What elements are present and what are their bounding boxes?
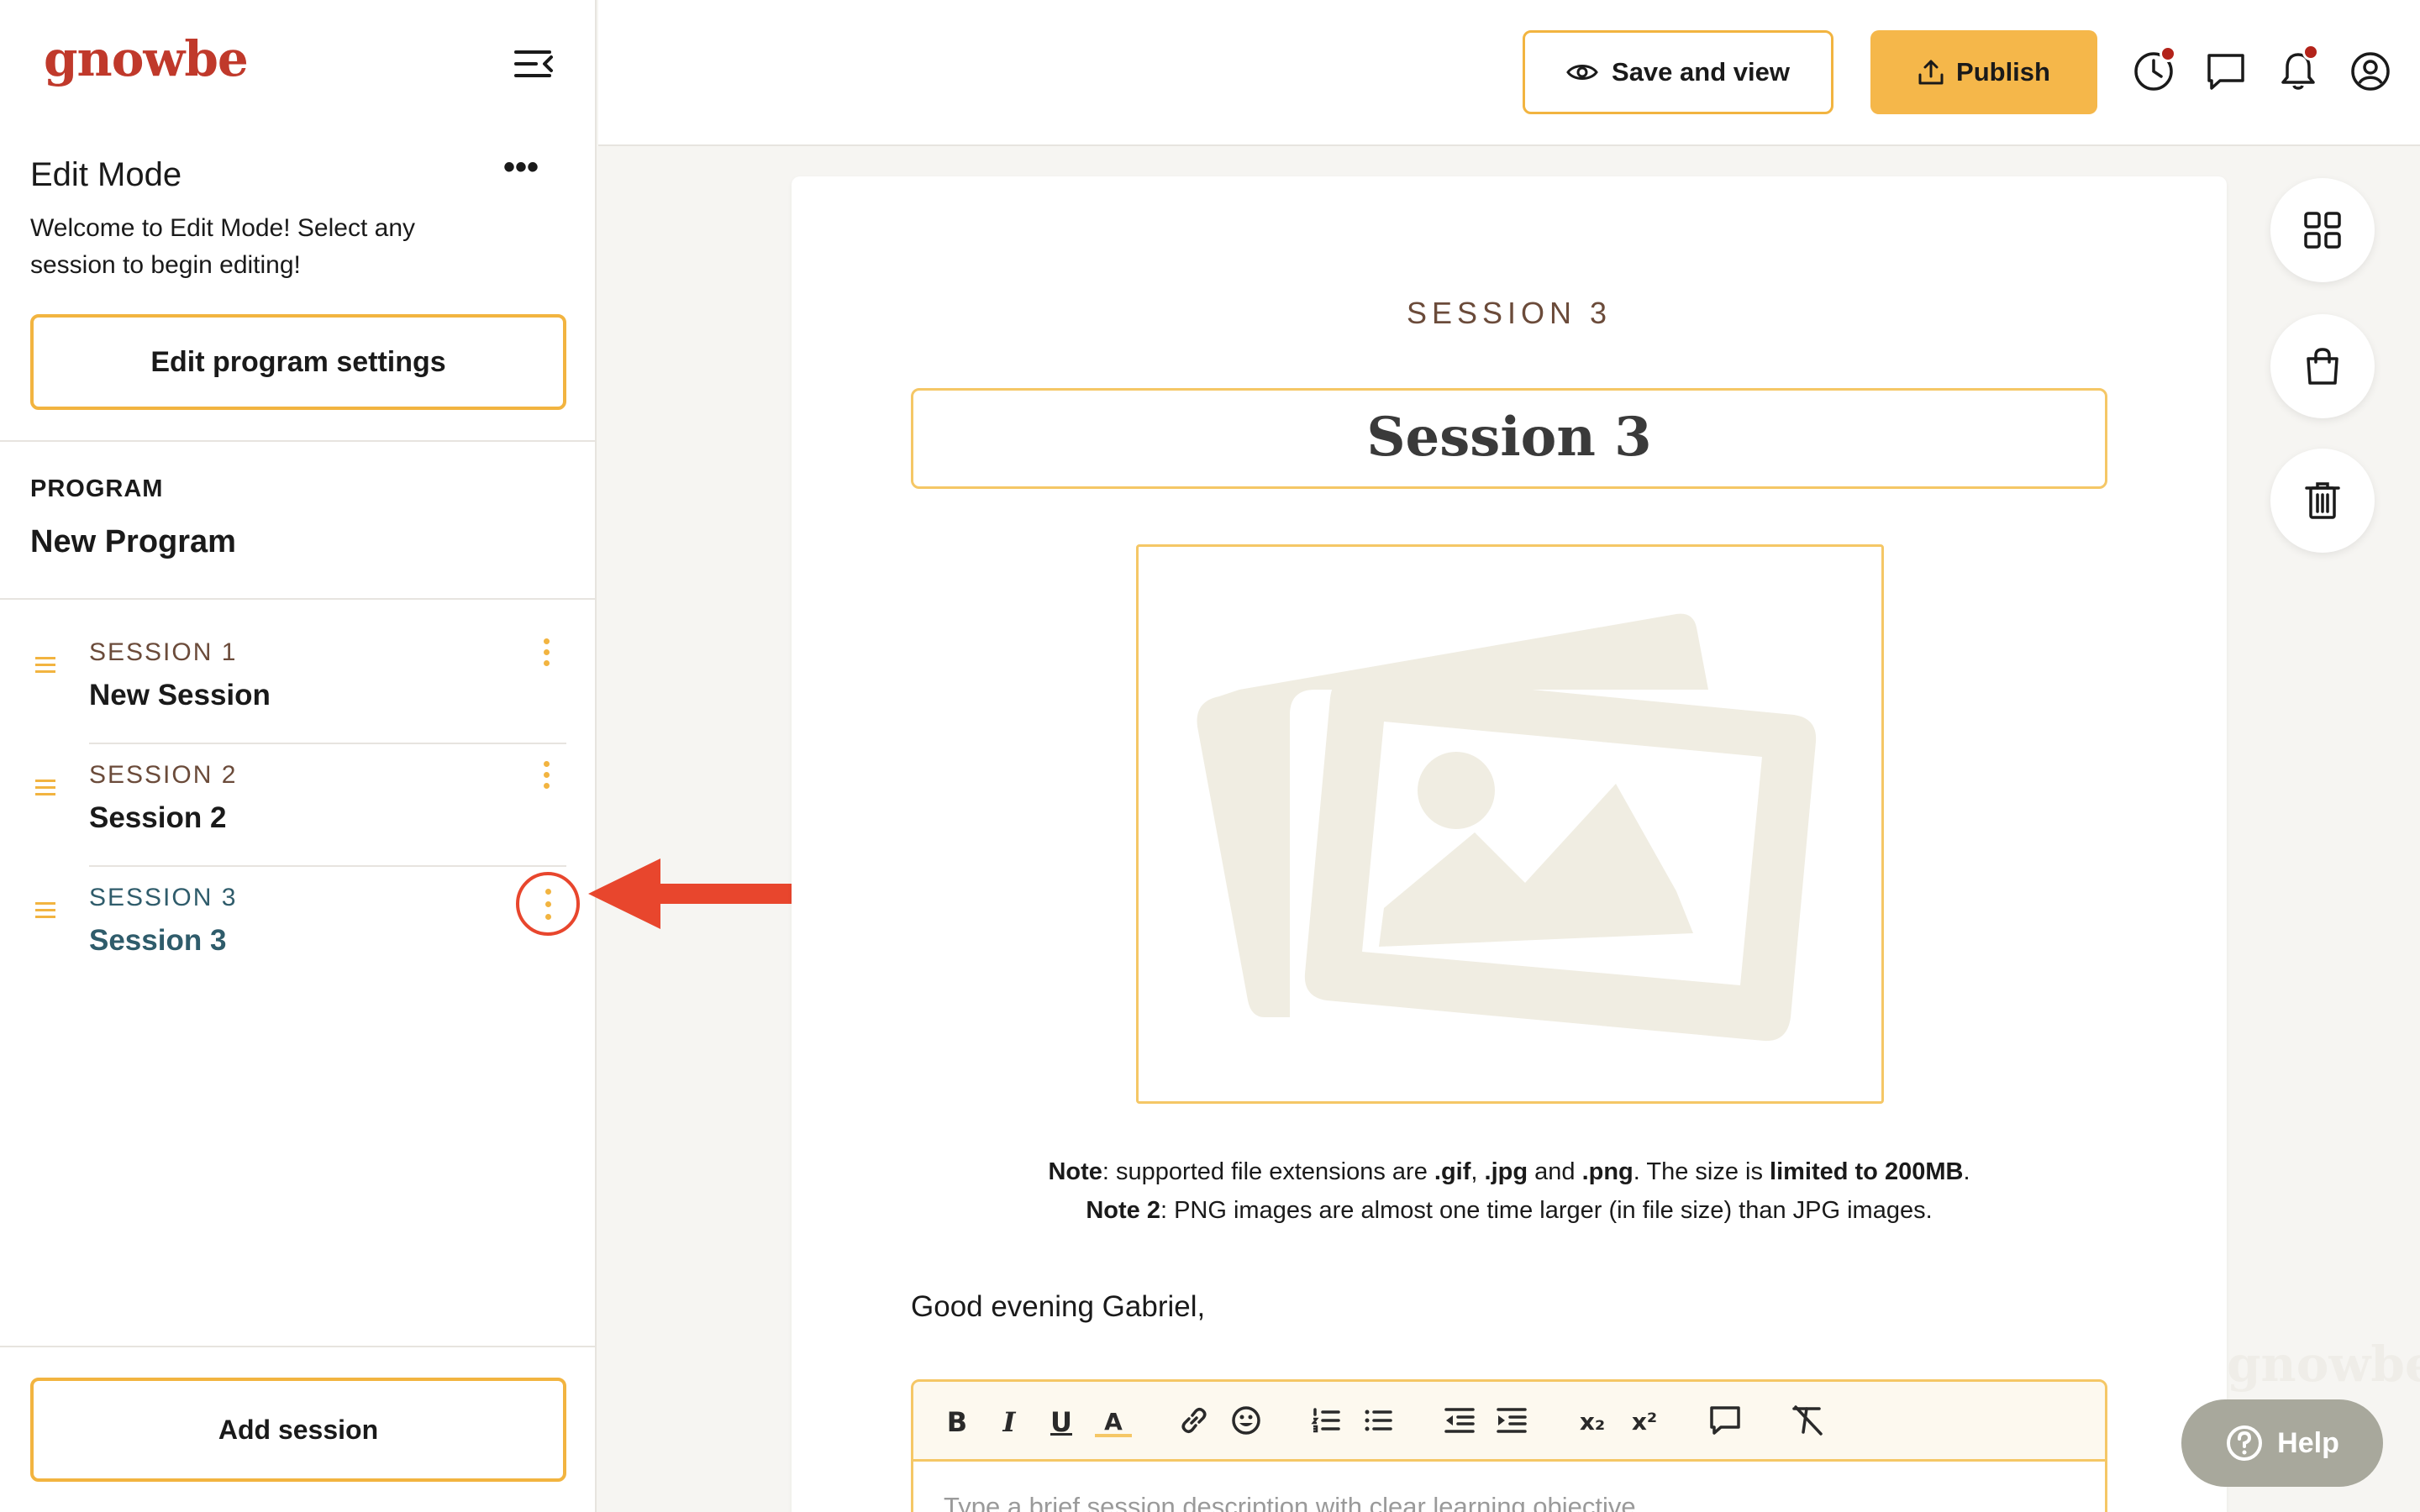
more-options-icon[interactable]: •••	[501, 150, 541, 188]
underline-button[interactable]: U	[1043, 1404, 1080, 1441]
user-profile-icon[interactable]	[2349, 50, 2391, 92]
font-color-button[interactable]: A	[1095, 1404, 1132, 1437]
eye-icon	[1566, 65, 1598, 80]
link-icon[interactable]	[1176, 1404, 1213, 1441]
top-bar: Save and view Publish	[598, 0, 2420, 146]
divider	[0, 1346, 597, 1347]
add-session-button[interactable]: Add session	[30, 1378, 566, 1482]
help-icon	[2227, 1425, 2263, 1461]
outdent-icon[interactable]	[1441, 1404, 1478, 1441]
comment-icon[interactable]	[1707, 1404, 1744, 1441]
notification-dot	[2302, 44, 2319, 60]
drag-handle-icon[interactable]	[35, 780, 55, 796]
bell-icon[interactable]	[2277, 44, 2319, 92]
rich-text-toolbar: B I U A x₂ x²	[911, 1379, 2107, 1462]
session-item-2[interactable]: SESSION 2 Session 2	[0, 744, 597, 867]
clear-formatting-icon[interactable]	[1789, 1404, 1826, 1441]
edit-mode-title: Edit Mode	[30, 156, 182, 193]
collapse-sidebar-icon[interactable]	[513, 47, 556, 81]
file-note: Note: supported file extensions are .gif…	[792, 1152, 2227, 1230]
watermark-logo: gnowbe	[2227, 1336, 2420, 1393]
greeting-text: Good evening Gabriel,	[911, 1290, 1206, 1323]
help-label: Help	[2277, 1426, 2339, 1459]
welcome-text: Welcome to Edit Mode! Select any session…	[30, 214, 415, 279]
session-options-icon[interactable]	[528, 633, 565, 684]
shopping-bag-icon	[2307, 348, 2338, 385]
image-upload-area[interactable]	[1136, 544, 1884, 1104]
session-item-3[interactable]: SESSION 3 Session 3	[0, 867, 597, 990]
session-title-input[interactable]: Session 3	[911, 388, 2107, 489]
shopping-bag-button[interactable]	[2270, 314, 2375, 418]
upload-icon	[1918, 60, 1944, 85]
note-line-1: Note: supported file extensions are .gif…	[1048, 1158, 1970, 1185]
description-placeholder: Type a brief session description with cl…	[944, 1492, 1636, 1512]
notification-dot	[2160, 45, 2176, 62]
save-and-view-button[interactable]: Save and view	[1523, 30, 1833, 114]
emoji-icon[interactable]	[1228, 1404, 1265, 1441]
ordered-list-icon[interactable]	[1308, 1404, 1345, 1441]
trash-icon	[2305, 482, 2340, 519]
divider	[0, 440, 597, 442]
annotation-arrow-icon	[588, 858, 805, 929]
italic-button[interactable]: I	[991, 1404, 1028, 1441]
edit-program-settings-button[interactable]: Edit program settings	[30, 314, 566, 410]
drag-handle-icon[interactable]	[35, 902, 55, 919]
chat-icon[interactable]	[2205, 50, 2247, 92]
layout-grid-button[interactable]	[2270, 178, 2375, 282]
program-name[interactable]: New Program	[30, 524, 236, 560]
session-title: Session 2	[89, 801, 227, 834]
session-title: New Session	[89, 679, 271, 711]
session-number: SESSION 3	[89, 884, 238, 911]
session-title: Session 3	[89, 924, 227, 957]
session-number: SESSION 2	[89, 761, 238, 789]
session-options-icon[interactable]	[528, 756, 565, 806]
session-item-1[interactable]: SESSION 1 New Session	[0, 622, 597, 744]
publish-button[interactable]: Publish	[1870, 30, 2097, 114]
subscript-button[interactable]: x₂	[1574, 1404, 1611, 1441]
session-eyebrow: SESSION 3	[1406, 296, 1612, 330]
help-button[interactable]: Help	[2181, 1399, 2383, 1487]
session-options-icon[interactable]	[516, 872, 580, 936]
sidebar: gnowbe Edit Mode ••• Welcome to Edit Mod…	[0, 0, 597, 1512]
save-and-view-label: Save and view	[1612, 57, 1790, 87]
history-icon[interactable]	[2133, 45, 2176, 92]
publish-label: Publish	[1956, 57, 2050, 87]
grid-icon	[2304, 212, 2341, 249]
session-description-editor[interactable]: Type a brief session description with cl…	[911, 1462, 2107, 1512]
session-number: SESSION 1	[89, 638, 238, 666]
gnowbe-logo[interactable]: gnowbe	[44, 30, 249, 87]
note-line-2: Note 2: PNG images are almost one time l…	[1086, 1197, 1933, 1224]
delete-session-button[interactable]	[2270, 449, 2375, 553]
session-editor-card: SESSION 3 Session 3 Note: supported file…	[792, 176, 2227, 1512]
indent-icon[interactable]	[1493, 1404, 1530, 1441]
drag-handle-icon[interactable]	[35, 657, 55, 674]
image-placeholder-icon	[1197, 613, 1817, 1042]
bullet-list-icon[interactable]	[1360, 1404, 1397, 1441]
bold-button[interactable]: B	[939, 1404, 976, 1441]
program-label: PROGRAM	[30, 475, 164, 502]
superscript-button[interactable]: x²	[1626, 1404, 1663, 1441]
divider	[0, 598, 597, 600]
